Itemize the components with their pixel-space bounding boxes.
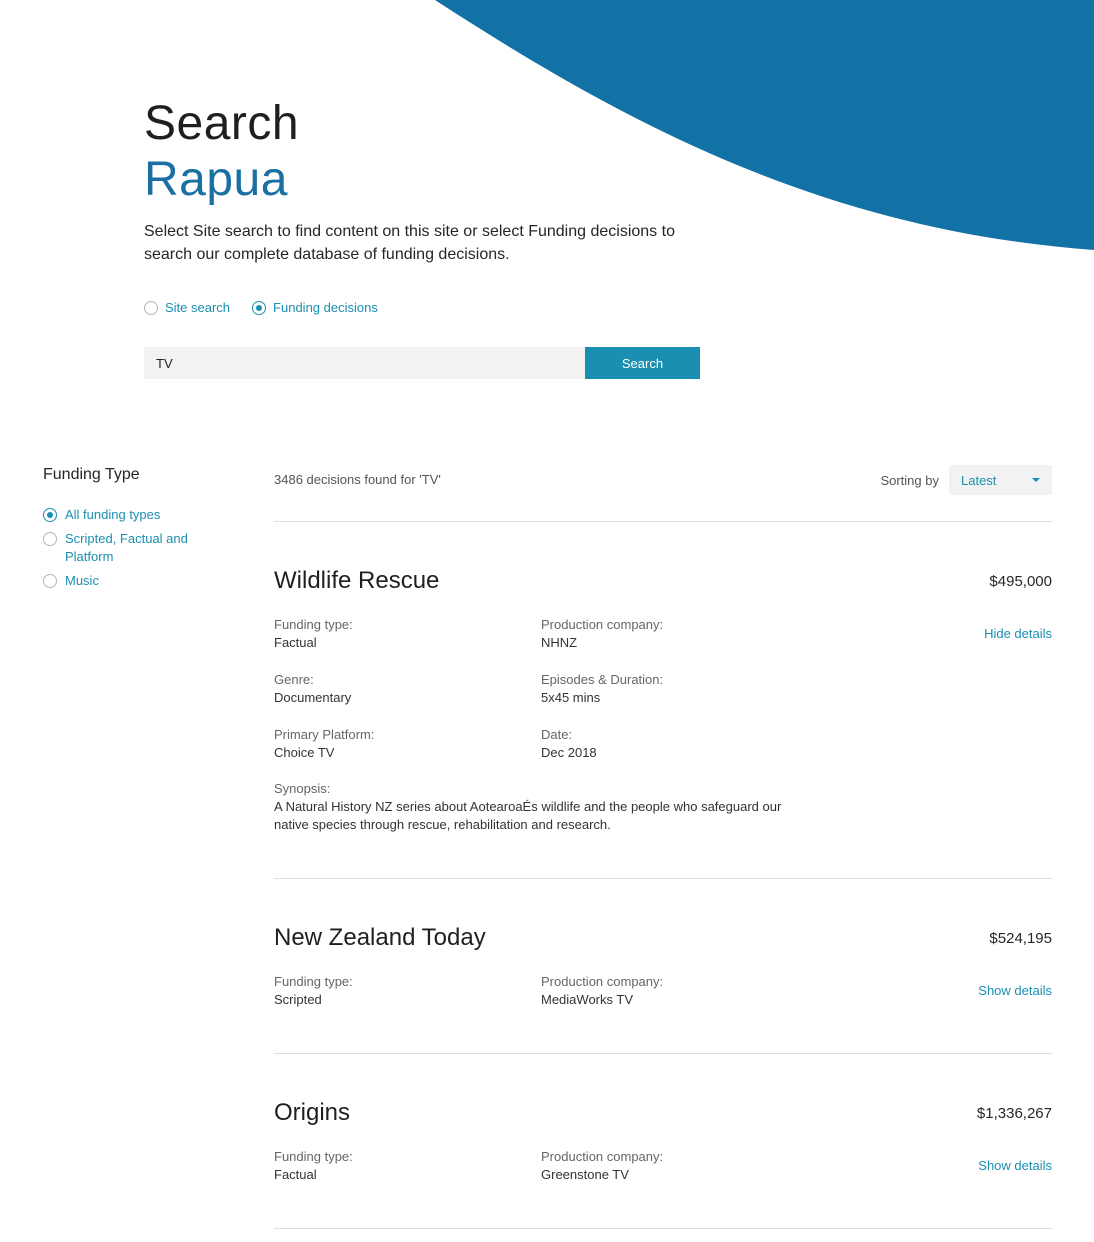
- field-value: NHNZ: [541, 635, 578, 650]
- sidebar-title: Funding Type: [43, 466, 140, 483]
- page-title: Search: [144, 97, 300, 150]
- field-value: Choice TV: [274, 745, 335, 760]
- field-value: Dec 2018: [541, 745, 597, 760]
- field-label: Funding type:: [274, 974, 353, 989]
- episodes-duration-field: Episodes & Duration: 5x45 mins: [541, 671, 663, 707]
- field-value: MediaWorks TV: [541, 992, 633, 1007]
- production-company-field: Production company: MediaWorks TV: [541, 973, 663, 1009]
- genre-field: Genre: Documentary: [274, 671, 351, 707]
- decision-title: New Zealand Today: [274, 924, 486, 951]
- field-value: Factual: [274, 635, 317, 650]
- field-value: A Natural History NZ series about Aotear…: [274, 799, 782, 832]
- results-panel: 3486 decisions found for 'TV' Sorting by…: [274, 464, 1052, 1229]
- decision-title: Origins: [274, 1099, 351, 1126]
- filter-radio[interactable]: [43, 532, 57, 546]
- decision-title: Wildlife Rescue: [274, 567, 440, 594]
- field-value: Documentary: [274, 690, 352, 705]
- site-search-option[interactable]: Site search: [144, 300, 230, 315]
- field-value: Factual: [274, 1167, 317, 1182]
- field-label: Production company:: [541, 617, 664, 632]
- filter-label: Music: [65, 573, 99, 588]
- intro-text: Select Site search to find content on th…: [144, 223, 675, 263]
- decision-item: Origins $1,336,267 Show details Funding …: [274, 1054, 1052, 1229]
- results-header: 3486 decisions found for 'TV' Sorting by…: [274, 464, 1052, 522]
- funding-decisions-option[interactable]: Funding decisions: [252, 300, 378, 315]
- show-details-link[interactable]: Show details: [978, 1158, 1052, 1173]
- funding-type-field: Funding type: Scripted: [274, 973, 353, 1009]
- production-company-field: Production company: Greenstone TV: [541, 1148, 663, 1184]
- decision-amount: $1,336,267: [976, 1105, 1052, 1122]
- search-input[interactable]: [144, 347, 585, 379]
- chevron-down-icon: [1032, 478, 1040, 482]
- date-field: Date: Dec 2018: [541, 726, 597, 762]
- funding-decisions-label: Funding decisions: [273, 300, 378, 315]
- field-label: Synopsis:: [274, 781, 331, 796]
- sort-dropdown[interactable]: Latest: [949, 465, 1052, 495]
- funding-decisions-radio[interactable]: [252, 300, 267, 315]
- field-label: Production company:: [541, 974, 664, 989]
- funding-type-field: Funding type: Factual: [274, 616, 353, 652]
- decision-amount: $524,195: [989, 930, 1052, 947]
- field-label: Episodes & Duration:: [541, 672, 664, 687]
- filter-music[interactable]: Music: [43, 572, 223, 590]
- field-label: Funding type:: [274, 617, 353, 632]
- sorting-control: Sorting by Latest: [880, 465, 1052, 495]
- primary-platform-field: Primary Platform: Choice TV: [274, 726, 374, 762]
- funding-type-sidebar: Funding Type All funding types Scripted,…: [43, 466, 223, 596]
- search-type-options: Site search Funding decisions: [144, 300, 378, 315]
- field-label: Production company:: [541, 1149, 664, 1164]
- filter-scripted-factual-platform[interactable]: Scripted, Factual and Platform: [43, 530, 223, 566]
- funding-type-field: Funding type: Factual: [274, 1148, 353, 1184]
- site-search-radio[interactable]: [144, 300, 158, 315]
- filter-label: Scripted, Factual and Platform: [65, 531, 188, 564]
- field-label: Primary Platform:: [274, 727, 375, 742]
- field-value: Greenstone TV: [541, 1167, 629, 1182]
- sorting-label: Sorting by: [880, 472, 939, 488]
- production-company-field: Production company: NHNZ: [541, 616, 663, 652]
- field-label: Date:: [541, 727, 573, 742]
- site-search-label: Site search: [165, 300, 231, 315]
- filter-all-funding-types[interactable]: All funding types: [43, 506, 223, 524]
- show-details-link[interactable]: Show details: [978, 983, 1052, 998]
- synopsis-field: Synopsis: A Natural History NZ series ab…: [274, 780, 784, 834]
- field-value: Scripted: [274, 992, 322, 1007]
- field-value: 5x45 mins: [541, 690, 601, 705]
- decision-item: New Zealand Today $524,195 Show details …: [274, 879, 1052, 1054]
- search-button[interactable]: Search: [585, 347, 700, 379]
- hide-details-link[interactable]: Hide details: [984, 626, 1052, 641]
- field-label: Funding type:: [274, 1149, 353, 1164]
- decision-amount: $495,000: [989, 573, 1052, 590]
- sort-value: Latest: [961, 472, 997, 488]
- filter-radio[interactable]: [43, 508, 57, 522]
- field-label: Genre:: [274, 672, 314, 687]
- results-count: 3486 decisions found for 'TV': [274, 472, 441, 487]
- filter-radio[interactable]: [43, 574, 57, 588]
- decision-item: Wildlife Rescue $495,000 Hide details Fu…: [274, 522, 1052, 879]
- filter-label: All funding types: [65, 507, 161, 522]
- page-subtitle: Rapua: [144, 153, 288, 206]
